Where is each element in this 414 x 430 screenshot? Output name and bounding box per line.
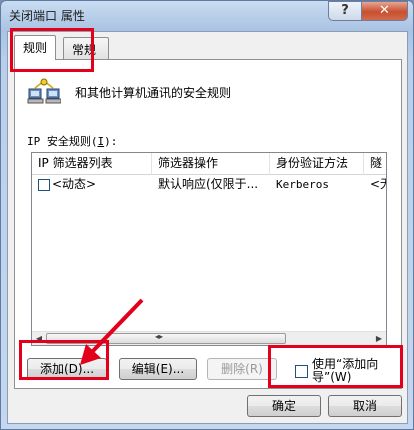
wizard-checkbox-box[interactable]: [295, 365, 308, 378]
help-button[interactable]: ?: [328, 1, 362, 21]
close-icon: ✕: [379, 3, 390, 18]
list-header: IP 筛选器列表 筛选器操作 身份验证方法 隧: [32, 153, 386, 175]
dialog-body: 规则 常规 和其他计算机通讯的安全规则 IP 安全规则(I): IP 筛选器列表…: [7, 31, 408, 424]
close-button[interactable]: ✕: [361, 1, 408, 21]
column-auth-method[interactable]: 身份验证方法: [270, 153, 364, 175]
rules-tab-panel: 和其他计算机通讯的安全规则 IP 安全规则(I): IP 筛选器列表 筛选器操作…: [14, 59, 402, 389]
scroll-left-icon[interactable]: ◀: [32, 332, 46, 345]
add-button[interactable]: 添加(D)...: [27, 358, 107, 380]
tab-rules[interactable]: 规则: [14, 35, 57, 60]
cancel-button[interactable]: 取消: [328, 395, 402, 417]
use-add-wizard-checkbox[interactable]: 使用“添加向导”(W): [291, 358, 401, 390]
edit-button[interactable]: 编辑(E)...: [119, 358, 197, 380]
ip-security-rules-list[interactable]: IP 筛选器列表 筛选器操作 身份验证方法 隧 <动态> 默认响应(仅限于...…: [31, 152, 387, 346]
rule-filter-action: 默认响应(仅限于...: [158, 177, 259, 191]
horizontal-scrollbar[interactable]: ◀ ◂▸ ▶: [32, 331, 386, 345]
tab-general[interactable]: 常规: [63, 37, 109, 59]
column-tunnel[interactable]: 隧: [364, 153, 386, 175]
delete-button[interactable]: 删除(R): [207, 358, 277, 380]
column-ip-filter-list[interactable]: IP 筛选器列表: [32, 153, 152, 175]
rule-tunnel-endpoint: <无: [370, 177, 386, 191]
properties-dialog: 关闭端口 属性 ? ✕ 规则 常规 和其他计算机通讯的安全规则 IP 安全规则(…: [0, 0, 414, 430]
scroll-right-icon[interactable]: ▶: [372, 332, 386, 345]
scrollbar-thumb[interactable]: ◂▸: [46, 332, 286, 344]
list-item[interactable]: <动态> 默认响应(仅限于... Kerberos <无: [32, 176, 386, 194]
ok-button[interactable]: 确定: [247, 395, 321, 417]
wizard-checkbox-label: 使用“添加向导”(W): [312, 357, 379, 384]
window-title: 关闭端口 属性: [9, 9, 85, 23]
title-bar[interactable]: 关闭端口 属性 ? ✕: [1, 1, 413, 31]
network-computers-icon: [27, 78, 61, 104]
rule-ip-filter-list: <动态>: [52, 177, 97, 191]
ip-rules-label: IP 安全规则(I):: [27, 135, 118, 148]
help-icon: ?: [341, 3, 349, 18]
column-filter-action[interactable]: 筛选器操作: [152, 153, 270, 175]
rule-auth-method: Kerberos: [276, 178, 329, 191]
scroll-grip-icon: ◂▸: [155, 332, 164, 341]
rules-description: 和其他计算机通讯的安全规则: [75, 86, 232, 100]
